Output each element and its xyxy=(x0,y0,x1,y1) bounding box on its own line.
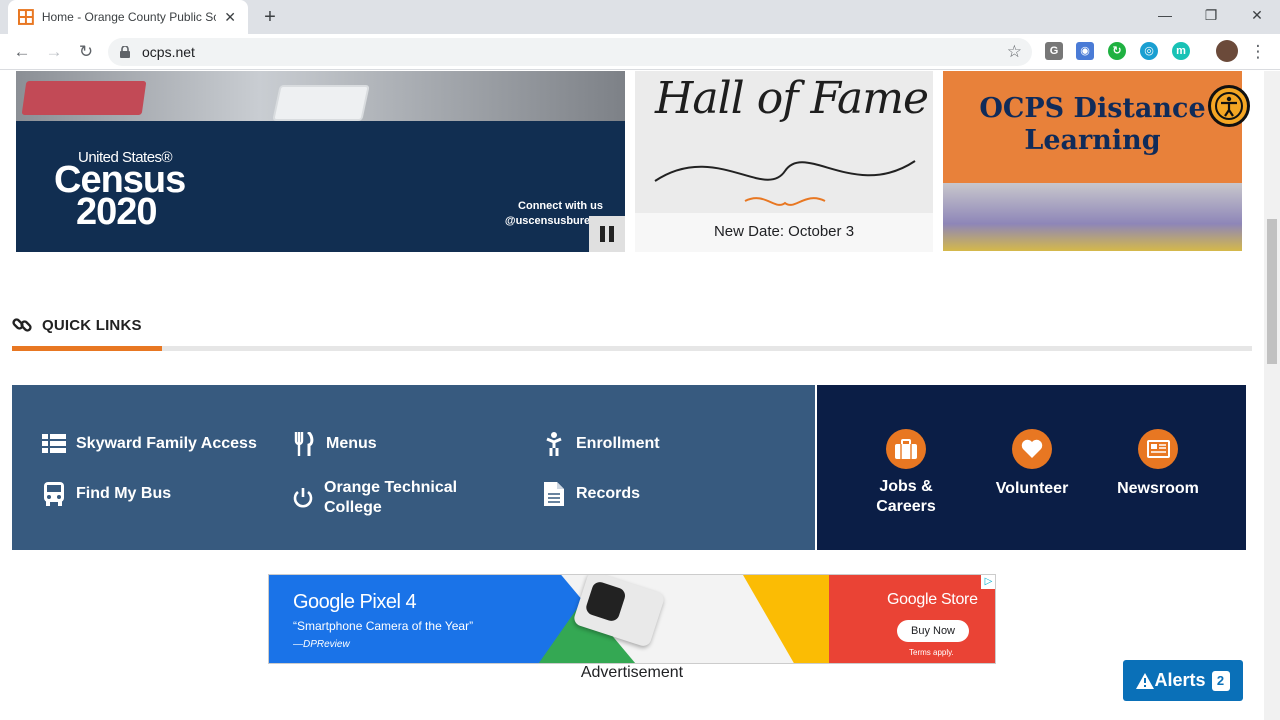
scrollbar-thumb[interactable] xyxy=(1267,219,1277,364)
quick-link-label: Skyward Family Access xyxy=(76,435,257,452)
quick-link-enrollment[interactable]: Enrollment xyxy=(542,432,660,456)
close-window-button[interactable]: ✕ xyxy=(1234,0,1280,30)
extension-globe-icon[interactable]: ◎ xyxy=(1140,42,1158,60)
featured-label: Jobs & Careers xyxy=(876,478,936,515)
extension-m-icon[interactable]: m xyxy=(1172,42,1190,60)
pause-button[interactable] xyxy=(589,216,625,252)
ad-quote: “Smartphone Camera of the Year” xyxy=(293,619,474,633)
ad-choices-icon[interactable]: ▷ xyxy=(981,575,995,589)
quick-link-find-my-bus[interactable]: Find My Bus xyxy=(42,482,171,506)
restore-button[interactable]: ❐ xyxy=(1188,0,1234,30)
census-brand-year: 2020 xyxy=(76,191,158,233)
advertisement-banner[interactable]: Google Pixel 4 “Smartphone Camera of the… xyxy=(268,574,996,664)
quick-link-label: Records xyxy=(576,485,641,502)
forward-icon[interactable]: → xyxy=(42,40,66,64)
census-slide[interactable]: United States® Census 2020 Connect with … xyxy=(16,71,625,252)
briefcase-icon xyxy=(886,429,926,469)
back-icon[interactable]: ← xyxy=(10,40,34,64)
quick-links-divider-accent xyxy=(12,346,162,351)
quick-links-divider xyxy=(12,346,1252,351)
bookmark-star-icon[interactable]: ☆ xyxy=(1007,42,1022,62)
featured-newsroom[interactable]: Newsroom xyxy=(1103,429,1213,499)
quick-link-menus[interactable]: Menus xyxy=(292,432,377,456)
newspaper-icon xyxy=(1138,429,1178,469)
child-icon xyxy=(542,432,566,456)
ad-terms: Terms apply. xyxy=(909,648,954,657)
accessibility-button[interactable] xyxy=(1208,85,1250,127)
minimize-button[interactable]: — xyxy=(1142,0,1188,30)
tab-close-icon[interactable]: ✕ xyxy=(222,9,238,26)
advertisement-label: Advertisement xyxy=(580,664,684,681)
profile-avatar[interactable] xyxy=(1216,40,1238,62)
new-tab-button[interactable]: + xyxy=(258,5,282,29)
address-bar[interactable]: ocps.net ☆ xyxy=(108,38,1032,66)
alerts-label: Alerts xyxy=(1154,670,1206,690)
document-icon xyxy=(542,482,566,506)
hall-of-fame-caption: New Date: October 3 xyxy=(635,213,933,252)
distance-learning-card[interactable]: OCPS Distance Learning xyxy=(943,71,1242,251)
quick-links-panel: Skyward Family Access Menus Enrollment F… xyxy=(12,385,815,550)
utensils-icon xyxy=(292,432,316,456)
page-content: United States® Census 2020 Connect with … xyxy=(0,71,1264,720)
quick-links-title: QUICK LINKS xyxy=(42,316,142,334)
quick-link-orange-technical-college[interactable]: Orange Technical College xyxy=(292,478,482,518)
browser-tab[interactable]: Home - Orange County Public Sc ✕ xyxy=(8,0,248,34)
alerts-button[interactable]: Alerts 2 xyxy=(1123,660,1243,701)
bus-icon xyxy=(42,482,66,506)
browser-tab-bar: Home - Orange County Public Sc ✕ + — ❐ ✕ xyxy=(0,0,1280,34)
distance-learning-title-line1: OCPS Distance xyxy=(979,93,1206,124)
url-text: ocps.net xyxy=(142,44,195,60)
warning-icon xyxy=(1136,672,1155,689)
tab-title: Home - Orange County Public Sc xyxy=(41,10,217,24)
hall-of-fame-card[interactable]: Hall of Fame New Date: October 3 xyxy=(635,71,933,252)
flourish-icon xyxy=(654,160,916,206)
distance-learning-title-line2: Learning xyxy=(1024,125,1161,156)
link-icon xyxy=(12,318,32,332)
reload-icon[interactable]: ↻ xyxy=(74,40,98,64)
tablet-shape xyxy=(272,85,370,121)
pause-icon-bar xyxy=(609,226,614,242)
quick-link-label: Orange Technical College xyxy=(324,479,458,516)
census-connect-text: Connect with us xyxy=(518,200,603,212)
browser-toolbar: ← → ↻ ocps.net ☆ G ◉ ↻ ◎ m ⋮ xyxy=(0,34,1280,70)
featured-label: Newsroom xyxy=(1117,480,1199,497)
ad-store: Google Store xyxy=(887,591,978,608)
hall-of-fame-image: Hall of Fame xyxy=(635,71,933,213)
lock-icon xyxy=(120,46,130,58)
quick-link-label: Find My Bus xyxy=(76,485,172,502)
menu-kebab-icon[interactable]: ⋮ xyxy=(1246,40,1270,64)
quick-link-label: Menus xyxy=(326,435,377,452)
page-scrollbar[interactable] xyxy=(1264,71,1280,720)
quick-links-heading: QUICK LINKS xyxy=(12,315,142,335)
ad-source: —DPReview xyxy=(293,639,350,650)
featured-volunteer[interactable]: Volunteer xyxy=(977,429,1087,499)
phone-camera xyxy=(584,580,628,623)
quick-link-skyward[interactable]: Skyward Family Access xyxy=(42,432,257,456)
extension-camera-icon[interactable]: ◉ xyxy=(1076,42,1094,60)
accessibility-icon xyxy=(1215,92,1243,120)
ocps-favicon-icon xyxy=(18,9,34,25)
power-icon xyxy=(292,486,314,510)
quick-link-label: Enrollment xyxy=(576,435,660,452)
census-band: United States® Census 2020 Connect with … xyxy=(16,121,625,252)
alerts-count-badge: 2 xyxy=(1211,670,1230,691)
featured-links-panel: Jobs & Careers Volunteer Newsroom xyxy=(817,385,1246,550)
classroom-photo xyxy=(943,183,1242,251)
ad-headline: Google Pixel 4 xyxy=(293,591,417,613)
heart-icon xyxy=(1012,429,1052,469)
book-shape xyxy=(21,81,147,115)
ad-buy-now-button[interactable]: Buy Now xyxy=(897,620,969,642)
quick-link-records[interactable]: Records xyxy=(542,482,640,506)
hall-of-fame-script: Hall of Fame xyxy=(655,73,929,124)
distance-learning-title: OCPS Distance Learning xyxy=(943,93,1242,157)
extension-refresh-icon[interactable]: ↻ xyxy=(1108,42,1126,60)
featured-label: Volunteer xyxy=(995,480,1069,497)
pause-icon xyxy=(600,226,605,242)
list-icon xyxy=(42,432,66,456)
featured-jobs-careers[interactable]: Jobs & Careers xyxy=(851,429,961,517)
extension-g-icon[interactable]: G xyxy=(1045,42,1063,60)
census-photo xyxy=(16,71,625,121)
